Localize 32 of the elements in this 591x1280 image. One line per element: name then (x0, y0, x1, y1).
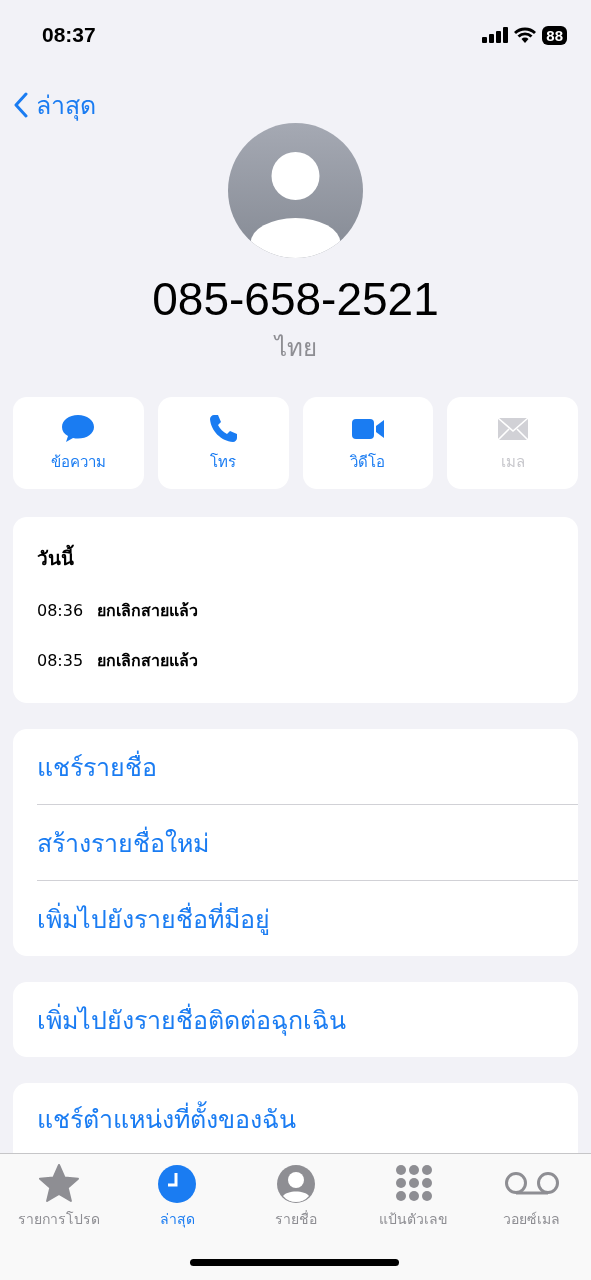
star-icon (38, 1164, 81, 1204)
option-link[interactable]: แชร์ตำแหน่งที่ตั้งของฉัน (13, 1083, 578, 1154)
call-status: ยกเลิกสายแล้ว (97, 649, 199, 672)
status-time: 08:37 (42, 23, 96, 47)
call-status: ยกเลิกสายแล้ว (97, 599, 199, 622)
keypad-icon (393, 1164, 434, 1204)
clock-icon (157, 1164, 198, 1204)
phone-number: 085-658-2521 (151, 272, 440, 326)
action-button[interactable]: ข้อความ (13, 397, 144, 489)
action-button[interactable]: โทร (157, 397, 289, 489)
country-label: ไทย (272, 333, 318, 364)
option-link[interactable]: แชร์รายชื่อ (13, 729, 578, 804)
option-link[interactable]: เพิ่มไปยังรายชื่อที่มีอยู่ (13, 881, 578, 956)
call-time: 08:36 (37, 600, 84, 620)
battery-indicator: 88 (542, 25, 567, 45)
tab-item[interactable]: รายการโปรด (0, 1154, 119, 1280)
wifi-icon (514, 27, 537, 43)
signal-icon (482, 27, 509, 43)
voicemail-icon (504, 1171, 559, 1197)
option-link[interactable]: สร้างรายชื่อใหม่ (13, 805, 578, 880)
action-button[interactable]: วิดีโอ (302, 397, 434, 489)
back-button[interactable]: ล่าสุด (14, 85, 96, 125)
section-heading: วันนี้ (37, 543, 554, 573)
message-icon (60, 412, 97, 444)
call-time: 08:35 (37, 650, 84, 670)
chevron-left-icon (14, 92, 28, 118)
avatar-icon (228, 123, 363, 258)
tab-item[interactable]: แป้นตัวเลข (354, 1154, 473, 1280)
person-icon (275, 1164, 316, 1204)
tab-item[interactable]: วอยซ์เมล (472, 1154, 591, 1280)
tab-item[interactable]: ล่าสุด (118, 1154, 237, 1280)
option-link[interactable]: เพิ่มไปยังรายชื่อติดต่อฉุกเฉิน (13, 982, 578, 1057)
